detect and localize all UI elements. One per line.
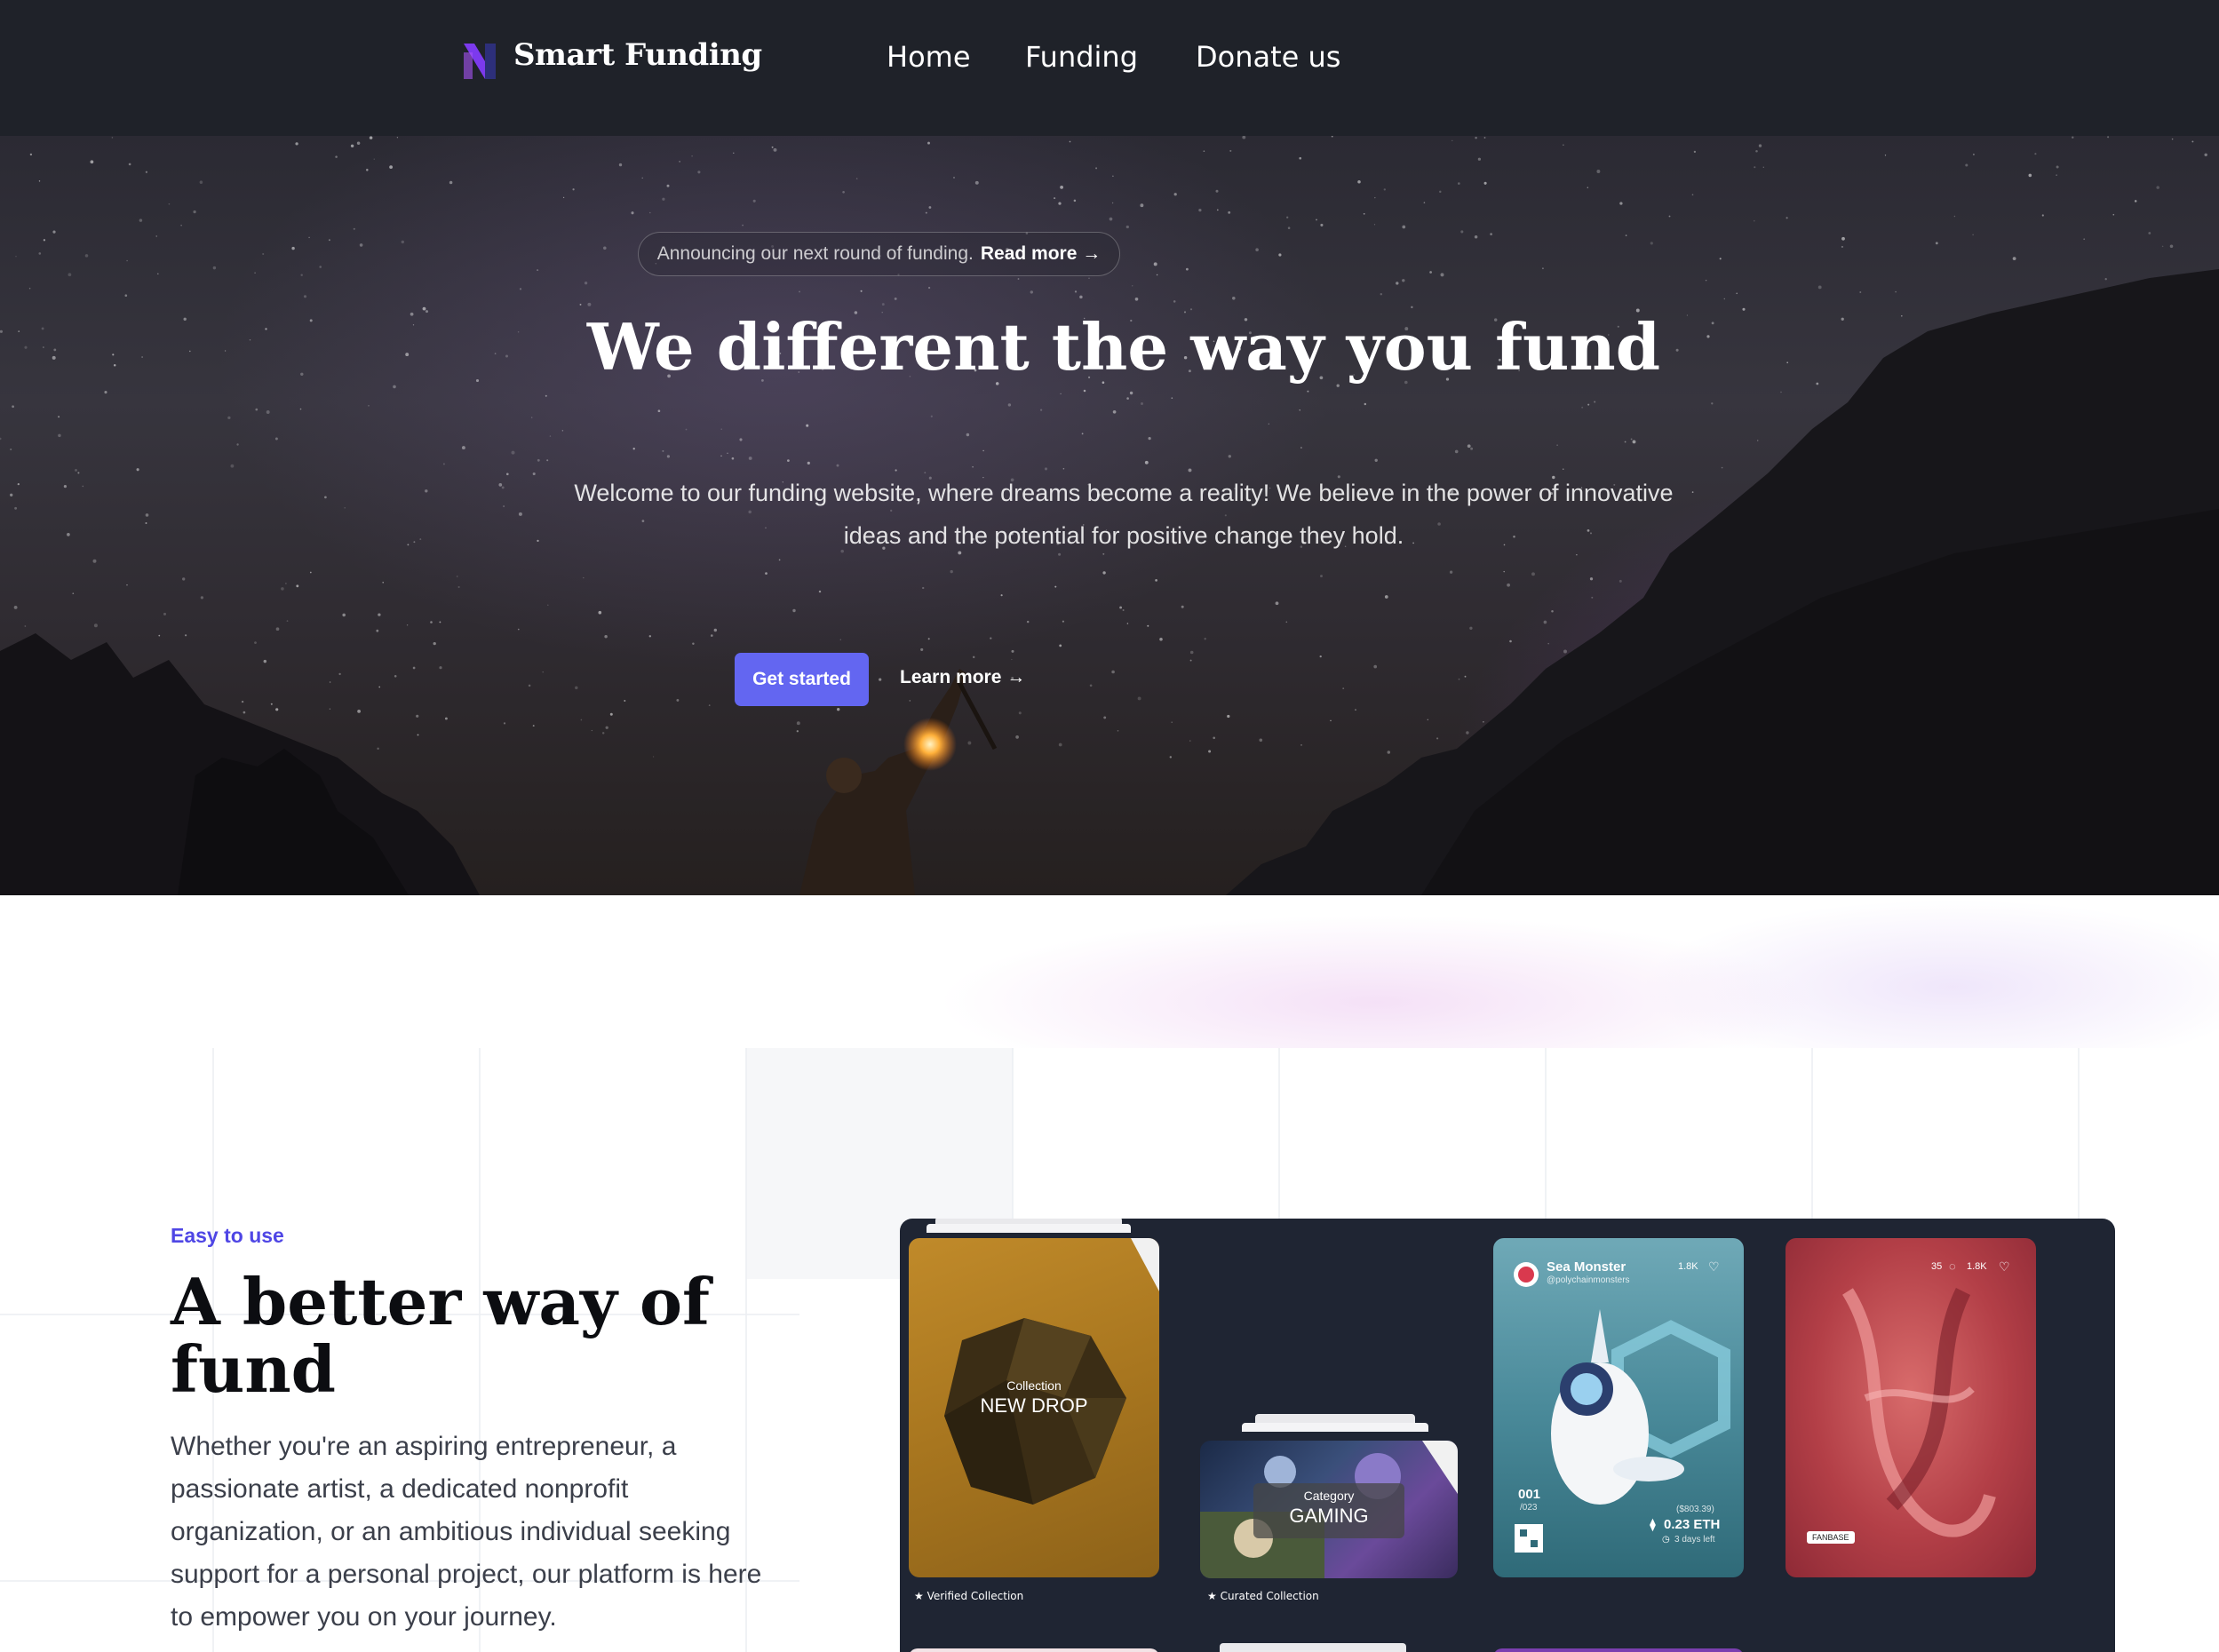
brand-name[interactable]: Smart Funding: [513, 37, 762, 73]
nav-home-link[interactable]: Home: [887, 40, 971, 74]
card-stack-tab: [1255, 1414, 1415, 1423]
card-peek: [1493, 1648, 1744, 1652]
card-title: NEW DROP: [980, 1394, 1088, 1417]
card-kicker: Collection: [1006, 1378, 1062, 1393]
verified-caption: ★ Verified Collection: [914, 1590, 1024, 1602]
top-navbar: Smart Funding Home Funding Donate us: [0, 0, 2219, 136]
nft-card-sea-monster[interactable]: Sea Monster @polychainmonsters 1.8K ♡ 00…: [1493, 1238, 1744, 1577]
nft-handle: @polychainmonsters: [1547, 1275, 1630, 1285]
hero-subtitle: Welcome to our funding website, where dr…: [574, 480, 1674, 549]
nft-card-fanbase[interactable]: 35 ◌ 1.8K ♡ FANBASE: [1786, 1238, 2036, 1577]
get-started-button[interactable]: Get started: [735, 653, 869, 706]
card-peek: [909, 1648, 1159, 1652]
card-stack-tab: [927, 1224, 1131, 1233]
learn-more-link[interactable]: Learn more →: [900, 667, 1025, 688]
curated-caption: ★ Curated Collection: [1207, 1590, 1319, 1602]
nav-funding-link[interactable]: Funding: [1025, 40, 1138, 74]
card-stack-tab: [1242, 1423, 1428, 1432]
nft-name: Sea Monster: [1547, 1259, 1626, 1275]
eth-icon: ⧫: [1650, 1517, 1656, 1531]
feature-title: A better way of fund: [171, 1264, 710, 1407]
announcement-text: Announcing our next round of funding.: [656, 243, 974, 264]
feature-eyebrow: Easy to use: [171, 1224, 284, 1247]
fanbase-badge: FANBASE: [1807, 1531, 1855, 1544]
likes-count: 1.8K: [1678, 1261, 1698, 1272]
announcement-pill[interactable]: Announcing our next round of funding. Re…: [638, 232, 1120, 276]
collection-card-gaming[interactable]: Category GAMING: [1200, 1441, 1458, 1578]
torch-glow: [903, 718, 957, 771]
edition-number: 001: [1518, 1487, 1541, 1502]
comment-icon[interactable]: ◌: [1949, 1259, 1956, 1273]
eth-price: 0.23 ETH: [1664, 1517, 1721, 1532]
nav-donate-link[interactable]: Donate us: [1196, 40, 1340, 74]
avatar-icon: [1514, 1262, 1539, 1287]
brand-logo-icon[interactable]: [464, 44, 496, 79]
hero-section: Announcing our next round of funding. Re…: [0, 136, 2219, 895]
time-left: 3 days left: [1674, 1535, 1715, 1545]
comments-count: 35: [1931, 1261, 1943, 1272]
usd-price: ($803.39): [1676, 1505, 1714, 1514]
abstract-red-artwork: [1842, 1287, 1996, 1537]
likes-count: 1.8K: [1967, 1261, 1987, 1272]
product-showcase: Collection NEW DROP ★ Verified Collectio…: [900, 1219, 2115, 1652]
card-kicker: Category: [1303, 1489, 1355, 1503]
collection-card-new-drop[interactable]: Collection NEW DROP: [909, 1238, 1159, 1577]
clock-icon: ◷: [1662, 1535, 1670, 1545]
read-more-link[interactable]: Read more →: [981, 243, 1101, 265]
heart-icon[interactable]: ♡: [1999, 1259, 2010, 1275]
edition-total: /023: [1520, 1503, 1538, 1513]
feature-description: Whether you're an aspiring entrepreneur,…: [171, 1432, 762, 1632]
gradient-glow-strip: [0, 895, 2219, 1048]
card-stack-tab: [1220, 1643, 1406, 1652]
heart-icon[interactable]: ♡: [1708, 1259, 1720, 1275]
hero-title: We different the way you fund: [586, 309, 1661, 385]
card-title: GAMING: [1289, 1505, 1369, 1527]
